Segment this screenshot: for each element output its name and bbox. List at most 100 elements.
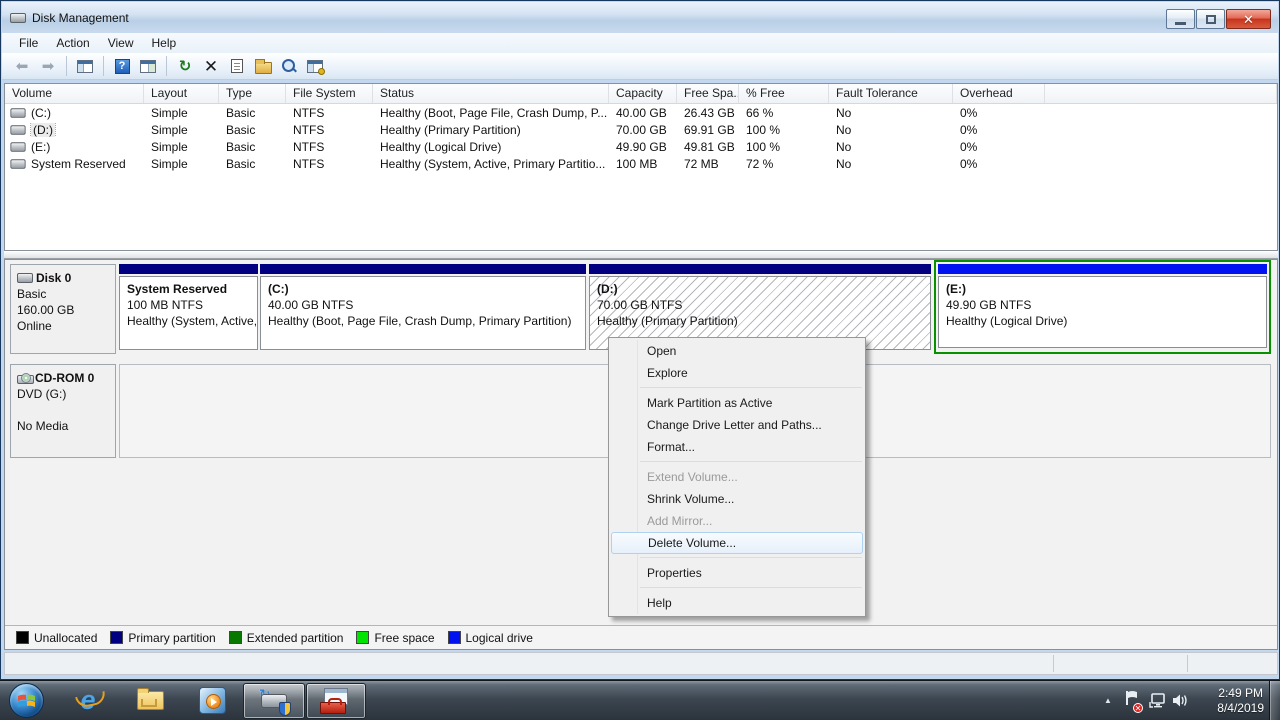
help-button[interactable]: ? [110,55,134,77]
settings-button[interactable] [303,55,327,77]
console-tree-button[interactable] [73,55,97,77]
legend-primary: Primary partition [110,631,215,645]
find-icon [281,58,297,74]
col-filesystem[interactable]: File System [286,84,373,103]
cell-fs: NTFS [286,123,373,137]
console-tree-icon [77,60,93,73]
action-pane-button[interactable] [136,55,160,77]
col-type[interactable]: Type [219,84,286,103]
taskbar-disk-management-active[interactable]: ↻ [243,683,305,719]
menu-item-format[interactable]: Format... [611,436,863,458]
tray-network[interactable] [1145,681,1169,720]
forward-button[interactable]: ➡ [36,55,60,77]
legend-freespace: Free space [356,631,434,645]
col-volume[interactable]: Volume [5,84,144,103]
toolbar-separator [103,56,104,76]
pane-splitter[interactable] [4,251,1278,259]
properties-button[interactable] [225,55,249,77]
cell-overhead: 0% [953,140,1045,154]
refresh-button[interactable]: ↻ [173,55,197,77]
help-icon: ? [115,59,130,74]
cell-ft: No [829,140,953,154]
cdrom-icon [17,373,32,384]
taskbar-clock[interactable]: 2:49 PM 8/4/2019 [1217,681,1264,720]
title-bar[interactable]: Disk Management ✕ [2,2,1278,33]
taskbar-media-player[interactable] [190,681,234,720]
menu-separator [640,587,862,588]
cell-pctfree: 100 % [739,140,829,154]
close-icon: ✕ [1243,13,1254,26]
cell-status: Healthy (Logical Drive) [373,140,609,154]
tray-action-center[interactable]: ✕ [1120,681,1144,720]
cdrom-state: No Media [17,418,109,434]
menu-item-add-mirror: Add Mirror... [611,510,863,532]
speaker-icon [1172,693,1189,708]
partition-system-reserved[interactable]: System Reserved 100 MB NTFS Healthy (Sys… [119,264,258,350]
menu-file[interactable]: File [10,34,47,52]
legend-extended: Extended partition [229,631,344,645]
col-overhead[interactable]: Overhead [953,84,1045,103]
menu-item-help[interactable]: Help [611,592,863,614]
media-player-icon [199,687,226,714]
network-icon [1149,693,1166,708]
close-button[interactable]: ✕ [1226,9,1271,29]
taskbar-internet-explorer[interactable]: e [66,681,110,720]
menu-item-mark-active[interactable]: Mark Partition as Active [611,392,863,414]
menu-item-delete-volume[interactable]: Delete Volume... [611,532,863,554]
taskbar-explorer[interactable] [128,681,172,720]
cdrom-header[interactable]: CD-ROM 0 DVD (G:) No Media [10,364,116,458]
partition-c[interactable]: (C:) 40.00 GB NTFS Healthy (Boot, Page F… [260,264,586,350]
menu-separator [640,557,862,558]
cell-pctfree: 66 % [739,106,829,120]
menu-item-explore[interactable]: Explore [611,362,863,384]
find-button[interactable] [277,55,301,77]
taskbar-admin-tools-active[interactable] [306,683,366,719]
delete-button[interactable]: ✕ [199,55,223,77]
folder-icon [137,691,164,710]
col-capacity[interactable]: Capacity [609,84,677,103]
cell-capacity: 70.00 GB [609,123,677,137]
cdrom-name: CD-ROM 0 [35,370,94,386]
menu-item-shrink-volume[interactable]: Shrink Volume... [611,488,863,510]
maximize-button[interactable] [1196,9,1225,29]
menu-view[interactable]: View [99,34,143,52]
partition-name: (D:) [597,281,923,297]
tray-volume[interactable] [1168,681,1192,720]
disk0-header[interactable]: Disk 0 Basic 160.00 GB Online [10,264,116,354]
cell-free: 26.43 GB [677,106,739,120]
menu-item-extend-volume: Extend Volume... [611,466,863,488]
back-button[interactable]: ⬅ [10,55,34,77]
col-status[interactable]: Status [373,84,609,103]
legend-swatch-primary [110,631,123,644]
col-pctfree[interactable]: % Free [739,84,829,103]
col-layout[interactable]: Layout [144,84,219,103]
partition-e-extended[interactable]: (E:) 49.90 GB NTFS Healthy (Logical Driv… [934,260,1271,354]
menu-bar: File Action View Help [2,33,1278,53]
table-row-c[interactable]: (C:) Simple Basic NTFS Healthy (Boot, Pa… [5,104,1277,121]
menu-item-properties[interactable]: Properties [611,562,863,584]
table-row-system-reserved[interactable]: System Reserved Simple Basic NTFS Health… [5,155,1277,172]
start-button[interactable] [9,683,44,718]
menu-help[interactable]: Help [143,34,186,52]
table-row-d[interactable]: (D:) Simple Basic NTFS Healthy (Primary … [5,121,1277,138]
cell-status: Healthy (System, Active, Primary Partiti… [373,157,609,171]
legend-logical: Logical drive [448,631,533,645]
cell-fs: NTFS [286,157,373,171]
minimize-button[interactable] [1166,9,1195,29]
tray-show-hidden-icons[interactable]: ▲ [1096,681,1120,720]
cell-type: Basic [219,106,286,120]
volume-icon [10,159,25,169]
menu-item-change-letter[interactable]: Change Drive Letter and Paths... [611,414,863,436]
table-row-e[interactable]: (E:) Simple Basic NTFS Healthy (Logical … [5,138,1277,155]
col-freespace[interactable]: Free Spa... [677,84,739,103]
forward-icon: ➡ [42,59,55,74]
open-button[interactable] [251,55,275,77]
cell-layout: Simple [144,123,219,137]
col-faulttolerance[interactable]: Fault Tolerance [829,84,953,103]
volume-list-header: Volume Layout Type File System Status Ca… [5,84,1277,104]
partition-name: (C:) [268,281,578,297]
menu-item-open[interactable]: Open [611,340,863,362]
show-desktop-button[interactable] [1269,681,1280,720]
menu-action[interactable]: Action [47,34,98,52]
status-bar [4,652,1278,675]
